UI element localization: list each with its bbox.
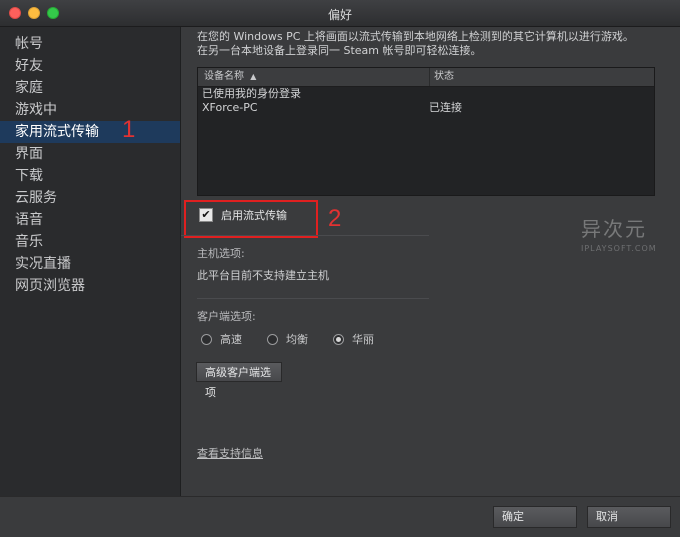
radio-unselected-icon[interactable] xyxy=(201,333,212,345)
radio-selected-icon[interactable] xyxy=(333,333,344,345)
intro-line-1: 在您的 Windows PC 上将画面以流式传输到本地网络上检测到的其它计算机以… xyxy=(197,30,634,43)
sidebar-item-voice[interactable]: 语音 xyxy=(0,209,180,231)
client-options-label: 客户端选项: xyxy=(197,310,256,323)
device-table: 设备名称 ▲ 状态 已使用我的身份登录 XForce-PC 已连接 xyxy=(197,67,655,196)
client-quality-radio-group: 高速 均衡 华丽 xyxy=(201,331,399,347)
window-title: 偏好 xyxy=(327,8,352,22)
host-options-label: 主机选项: xyxy=(197,247,245,260)
divider xyxy=(197,298,429,299)
sidebar-item-broadcasting[interactable]: 实况直播 xyxy=(0,253,180,275)
table-row[interactable]: XForce-PC 已连接 xyxy=(198,101,654,115)
sidebar-item-music[interactable]: 音乐 xyxy=(0,231,180,253)
device-table-header: 设备名称 ▲ 状态 xyxy=(198,68,654,87)
sidebar-item-web-browser[interactable]: 网页浏览器 xyxy=(0,275,180,297)
divider xyxy=(181,235,429,236)
iplaysoft-watermark-logo: 异次元 IPLAYSOFT.COM xyxy=(581,217,657,253)
sidebar-item-friends[interactable]: 好友 xyxy=(0,55,180,77)
sort-ascending-icon: ▲ xyxy=(250,72,257,81)
view-support-info-link[interactable]: 查看支持信息 xyxy=(197,445,263,461)
sidebar-item-account[interactable]: 帐号 xyxy=(0,33,180,55)
sidebar-item-family[interactable]: 家庭 xyxy=(0,77,180,99)
advanced-client-options-button[interactable]: 高级客户端选项 xyxy=(196,362,282,399)
enable-streaming-checkbox[interactable]: ✔ 启用流式传输 xyxy=(199,207,287,223)
sidebar-item-cloud[interactable]: 云服务 xyxy=(0,187,180,209)
table-row[interactable]: 已使用我的身份登录 xyxy=(198,87,654,101)
column-header-device[interactable]: 设备名称 ▲ xyxy=(204,68,256,86)
cancel-button[interactable]: 取消 xyxy=(587,506,671,528)
sidebar-item-in-home-streaming[interactable]: 家用流式传输 xyxy=(0,121,180,143)
device-name-cell: 已使用我的身份登录 xyxy=(202,87,301,100)
host-unsupported-text: 此平台目前不支持建立主机 xyxy=(197,269,329,282)
column-header-status[interactable]: 状态 xyxy=(429,68,454,86)
preferences-sidebar: 帐号 好友 家庭 游戏中 家用流式传输 界面 下载 云服务 语音 音乐 实况直播… xyxy=(0,27,181,496)
device-status-cell: 已连接 xyxy=(429,101,462,114)
window-titlebar: 偏好 xyxy=(0,0,680,27)
device-name-cell: XForce-PC xyxy=(202,101,258,114)
radio-beautiful[interactable]: 华丽 xyxy=(333,331,399,347)
annotation-marker-2: 2 xyxy=(328,205,342,232)
radio-balanced[interactable]: 均衡 xyxy=(267,331,333,347)
dialog-footer: 确定 取消 xyxy=(0,496,680,537)
ok-button[interactable]: 确定 xyxy=(493,506,577,528)
checkbox-checked-icon[interactable]: ✔ xyxy=(199,208,213,222)
intro-line-2: 在另一台本地设备上登录同一 Steam 帐号即可轻松连接。 xyxy=(197,44,482,57)
sidebar-item-interface[interactable]: 界面 xyxy=(0,143,180,165)
radio-unselected-icon[interactable] xyxy=(267,333,278,345)
radio-fast[interactable]: 高速 xyxy=(201,331,267,347)
streaming-description: 在您的 Windows PC 上将画面以流式传输到本地网络上检测到的其它计算机以… xyxy=(197,30,657,58)
annotation-marker-1: 1 xyxy=(122,116,136,143)
streaming-settings-panel: 在您的 Windows PC 上将画面以流式传输到本地网络上检测到的其它计算机以… xyxy=(181,27,680,496)
sidebar-item-downloads[interactable]: 下载 xyxy=(0,165,180,187)
enable-streaming-label: 启用流式传输 xyxy=(221,209,287,222)
sidebar-item-in-game[interactable]: 游戏中 xyxy=(0,99,180,121)
